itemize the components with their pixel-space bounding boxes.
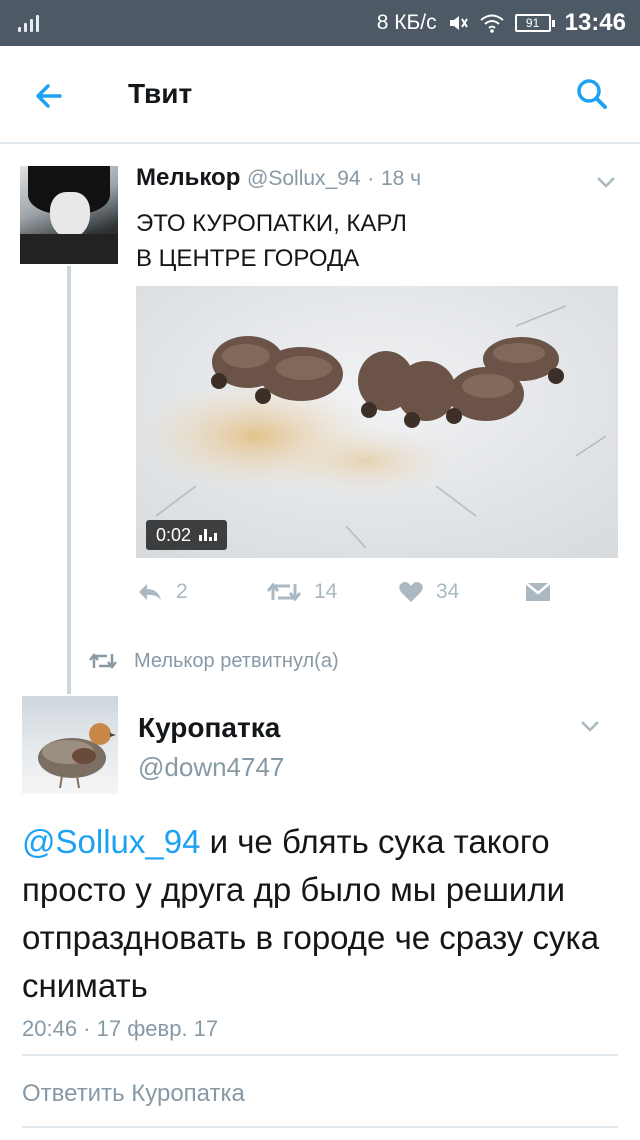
retweet-notice-text: Мелькор ретвитнул(а)	[134, 649, 339, 672]
clock: 13:46	[564, 9, 626, 36]
partridge-photo	[38, 723, 116, 789]
tweet-time: 18 ч	[380, 167, 422, 190]
tweet-text: ЭТО КУРОПАТКИ, КАРЛ В ЦЕНТРЕ ГОРОДА	[136, 210, 407, 272]
tweet-header: Мелькор @Sollux_94 · 18 ч	[136, 164, 421, 192]
tweet-text: @Sollux_94 и че блять сука такого просто…	[22, 818, 622, 1010]
author-handle[interactable]: @Sollux_94	[247, 167, 361, 190]
network-speed: 8 КБ/с	[376, 11, 437, 34]
reply-icon	[139, 584, 161, 600]
battery-level: 91	[525, 16, 540, 30]
status-bar-right: 8 КБ/с 91 13:46	[377, 0, 626, 46]
tweet-actions: 2 14 34	[136, 576, 566, 608]
direct-message-button[interactable]	[524, 576, 552, 608]
tweet-timestamp: 20:46 · 17 февр. 17	[22, 1016, 219, 1041]
direct-message-icon	[525, 582, 551, 601]
chevron-down-icon	[597, 177, 615, 188]
battery-icon: 91	[514, 14, 555, 32]
thread-line	[67, 266, 71, 694]
like-count: 34	[436, 580, 460, 603]
retweet-icon	[89, 652, 117, 670]
author-name[interactable]: Куропатка	[138, 712, 280, 744]
video-thumbnail	[136, 286, 618, 558]
avatar[interactable]	[20, 166, 118, 264]
mention-link[interactable]: @Sollux_94	[22, 823, 200, 860]
video-player[interactable]: 0:02	[136, 286, 618, 558]
retweet-icon	[266, 582, 302, 602]
reply-button[interactable]: 2	[136, 576, 188, 608]
author-name[interactable]: Мелькор	[136, 164, 240, 191]
back-button[interactable]	[30, 76, 70, 116]
mute-icon	[449, 16, 468, 30]
status-bar: 8 КБ/с 91 13:46	[0, 0, 640, 46]
video-duration-badge: 0:02	[146, 520, 228, 550]
video-duration: 0:02	[156, 524, 192, 545]
author-handle[interactable]: @down4747	[138, 752, 284, 783]
audio-bars-icon	[199, 529, 218, 541]
divider	[22, 1054, 618, 1056]
reply-count: 2	[176, 580, 188, 603]
avatar[interactable]	[22, 696, 118, 794]
signal-icon	[18, 14, 39, 32]
search-button[interactable]	[572, 74, 612, 114]
app-header: Твит	[0, 46, 640, 144]
retweet-button[interactable]: 14	[266, 576, 337, 608]
separator-dot: ·	[367, 167, 375, 190]
wifi-icon	[479, 14, 504, 33]
retweet-count: 14	[314, 580, 338, 603]
like-button[interactable]: 34	[398, 576, 459, 608]
chevron-down-icon	[581, 721, 599, 732]
tweet-menu-button[interactable]	[594, 172, 618, 192]
search-icon	[577, 79, 607, 109]
retweet-notice: Мелькор ретвитнул(а)	[88, 646, 339, 676]
page-title: Твит	[128, 78, 193, 109]
reply-input[interactable]: Ответить Куропатка	[22, 1080, 618, 1128]
back-arrow-icon	[36, 84, 62, 108]
heart-icon	[399, 582, 423, 602]
tweet-menu-button[interactable]	[578, 716, 602, 736]
